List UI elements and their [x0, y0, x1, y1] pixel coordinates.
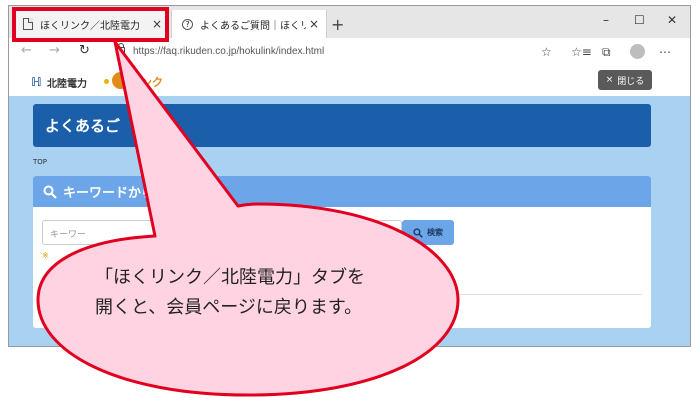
callout-line-2: 開くと、会員ページに戻ります。: [95, 297, 363, 318]
tab-highlight-box: [12, 7, 169, 42]
callout-text: 「ほくリンク／北陸電力」タブを 開くと、会員ページに戻ります。: [95, 263, 425, 323]
callout-bubble: [36, 40, 460, 397]
callout-line-1: 「ほくリンク／北陸電力」タブを: [95, 267, 365, 288]
